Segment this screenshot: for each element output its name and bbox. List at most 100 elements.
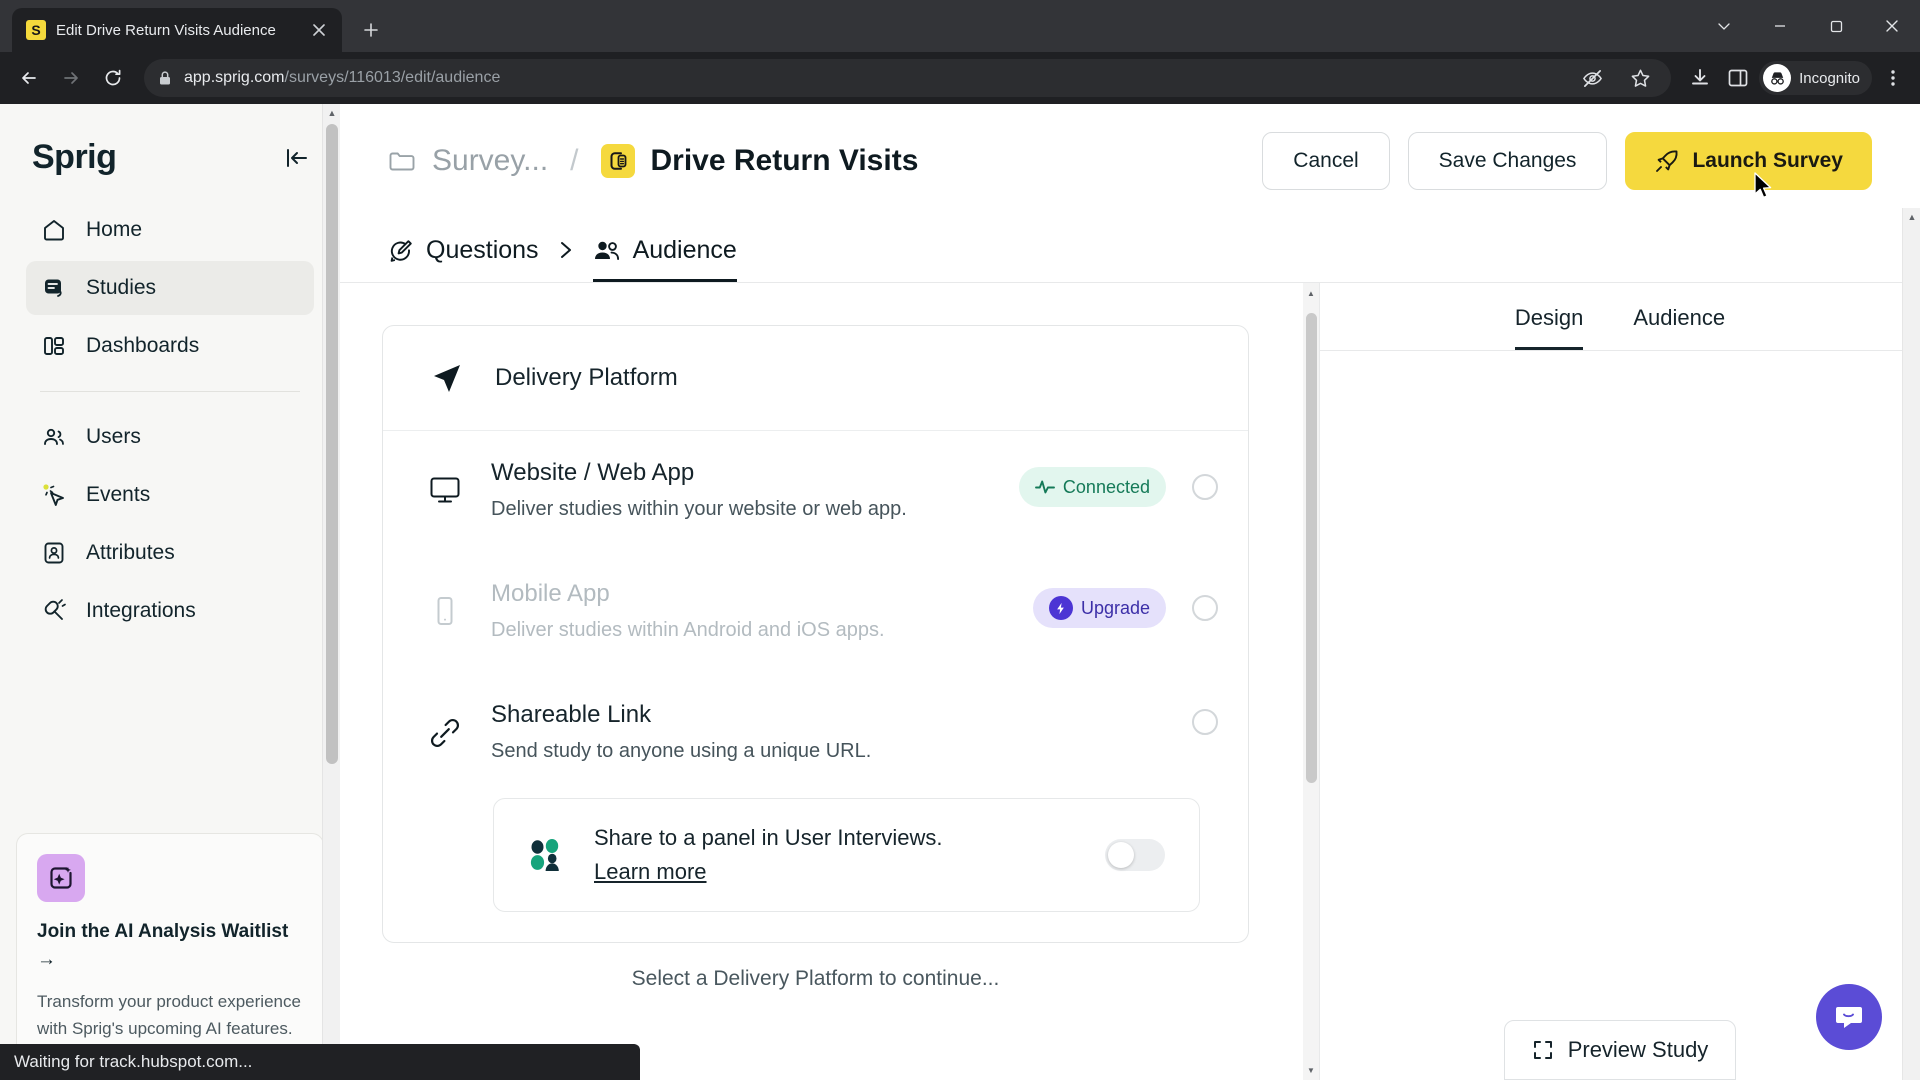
link-icon — [425, 701, 465, 751]
continue-note: Select a Delivery Platform to continue..… — [631, 967, 1000, 990]
status-badge-label: Upgrade — [1080, 597, 1150, 618]
preview-pane: Design Audience Preview Study — [1320, 283, 1920, 1080]
sidebar-item-attributes[interactable]: Attributes — [26, 526, 314, 580]
lock-icon — [158, 70, 172, 86]
pane-scroll-thumb[interactable] — [1306, 313, 1317, 783]
sidebar-item-studies[interactable]: Studies — [26, 261, 314, 315]
preview-canvas: Preview Study — [1320, 351, 1920, 1080]
sidebar-brand-row: Sprig — [26, 104, 314, 203]
sidebar-item-label: Events — [86, 483, 151, 506]
phone-icon — [425, 580, 465, 628]
back-button[interactable] — [10, 59, 48, 97]
platform-title: Mobile App — [491, 580, 610, 607]
sidebar-scroll-thumb[interactable] — [326, 124, 338, 764]
sidebar-item-integrations[interactable]: Integrations — [26, 584, 314, 638]
launch-survey-button[interactable]: Launch Survey — [1625, 132, 1872, 190]
sidebar-item-users[interactable]: Users — [26, 410, 314, 464]
sidebar-divider — [40, 391, 300, 392]
forward-button[interactable] — [52, 59, 90, 97]
app-sidebar: Sprig Home Studies Dashboards Users Even… — [0, 104, 340, 1080]
main-content: Survey... / Drive Return Visits Cancel S… — [340, 104, 1920, 1080]
window-close-icon[interactable] — [1864, 0, 1920, 52]
user-interviews-title: Share to a panel in User Interviews. — [594, 825, 943, 850]
mouse-cursor — [1753, 172, 1775, 207]
collapse-sidebar-icon[interactable] — [284, 145, 310, 171]
pane-scroll-down-icon[interactable]: ▼ — [1303, 1062, 1319, 1078]
study-header: Survey... / Drive Return Visits Cancel S… — [340, 104, 1920, 190]
status-badge-connected: Connected — [1018, 467, 1166, 507]
eye-off-icon[interactable] — [1575, 61, 1609, 95]
preview-study-button[interactable]: Preview Study — [1504, 1020, 1736, 1080]
users-icon — [40, 423, 68, 451]
toggle-knob — [1108, 842, 1134, 868]
tab-design[interactable]: Design — [1514, 305, 1584, 350]
platform-option-shareable-link[interactable]: Shareable Link Send study to anyone usin… — [383, 673, 1248, 794]
reload-button[interactable] — [94, 59, 132, 97]
window-minimize-icon[interactable] — [1752, 0, 1808, 52]
platform-option-mobile[interactable]: Mobile App Deliver studies within Androi… — [383, 552, 1248, 673]
user-interviews-toggle[interactable] — [1105, 839, 1165, 871]
sidebar-item-label: Home — [86, 218, 143, 241]
page-scroll-up-icon[interactable]: ▲ — [1903, 208, 1920, 226]
save-changes-button[interactable]: Save Changes — [1407, 132, 1608, 190]
learn-more-link[interactable]: Learn more — [594, 859, 707, 884]
bookmark-star-icon[interactable] — [1623, 61, 1657, 95]
window-maximize-icon[interactable] — [1808, 0, 1864, 52]
tab-close-icon[interactable] — [308, 19, 330, 41]
browser-window: S Edit Drive Return Visits Audience app.… — [0, 0, 1920, 1080]
pulse-icon — [1034, 478, 1055, 496]
sidebar-item-events[interactable]: Events — [26, 468, 314, 522]
audience-pane-scrollbar[interactable]: ▲ ▼ — [1303, 283, 1319, 1080]
platform-radio-website[interactable] — [1192, 474, 1218, 500]
page-scrollbar[interactable]: ▲ ▼ — [1902, 208, 1920, 1080]
new-tab-button[interactable] — [354, 13, 388, 47]
sidebar-item-home[interactable]: Home — [26, 203, 314, 257]
rocket-icon — [1654, 148, 1680, 174]
tab-preview-audience[interactable]: Audience — [1633, 305, 1725, 350]
platform-option-website[interactable]: Website / Web App Deliver studies within… — [383, 431, 1248, 552]
breadcrumb-separator: / — [570, 144, 579, 177]
attributes-icon — [40, 539, 68, 567]
cancel-button[interactable]: Cancel — [1262, 132, 1390, 190]
preview-study-label: Preview Study — [1567, 1037, 1709, 1062]
sprig-logo[interactable]: Sprig — [32, 138, 117, 177]
profile-incognito-button[interactable]: Incognito — [1759, 61, 1872, 95]
browser-tab[interactable]: S Edit Drive Return Visits Audience — [12, 8, 342, 52]
tab-favicon: S — [26, 20, 46, 40]
survey-badge-icon — [600, 144, 635, 178]
pane-scroll-up-icon[interactable]: ▲ — [1303, 285, 1319, 301]
sidebar-item-label: Attributes — [86, 541, 175, 564]
sidebar-scrollbar[interactable]: ▲ ▼ — [322, 104, 340, 1080]
window-controls — [1696, 0, 1920, 52]
home-icon — [40, 216, 68, 244]
delivery-platform-title: Delivery Platform — [495, 364, 678, 391]
editor-body: Delivery Platform Website / Web App Deli… — [340, 283, 1920, 1080]
tab-questions[interactable]: Questions — [388, 236, 539, 282]
address-bar[interactable]: app.sprig.com/surveys/116013/edit/audien… — [144, 59, 1672, 97]
ai-waitlist-title[interactable]: Join the AI Analysis Waitlist → — [37, 918, 303, 973]
sidebar-item-dashboards[interactable]: Dashboards — [26, 319, 314, 373]
status-badge-upgrade[interactable]: Upgrade — [1032, 588, 1166, 628]
window-more-icon[interactable] — [1696, 0, 1752, 52]
browser-toolbar: app.sprig.com/surveys/116013/edit/audien… — [0, 52, 1920, 104]
platform-description: Deliver studies within your website or w… — [491, 498, 907, 520]
downloads-icon[interactable] — [1683, 61, 1717, 95]
ai-waitlist-card: Join the AI Analysis Waitlist → Transfor… — [16, 833, 324, 1080]
breadcrumb-parent[interactable]: Survey... — [432, 144, 548, 178]
page-title: Drive Return Visits — [650, 144, 919, 177]
chrome-menu-icon[interactable] — [1876, 61, 1910, 95]
side-panel-icon[interactable] — [1721, 61, 1755, 95]
delivery-platform-header: Delivery Platform — [383, 326, 1248, 431]
platform-title: Shareable Link — [491, 701, 652, 728]
delivery-platform-card: Delivery Platform Website / Web App Deli… — [382, 325, 1249, 943]
platform-radio-mobile[interactable] — [1192, 595, 1218, 621]
tab-audience[interactable]: Audience — [592, 236, 737, 282]
incognito-avatar-icon — [1763, 64, 1792, 92]
chat-bubble-icon[interactable] — [1816, 984, 1882, 1050]
preview-tabs: Design Audience — [1320, 283, 1920, 351]
sidebar-scroll-up-icon[interactable]: ▲ — [323, 104, 341, 122]
paper-plane-icon — [425, 356, 469, 400]
tab-questions-label: Questions — [426, 236, 539, 264]
platform-radio-shareable-link[interactable] — [1192, 709, 1218, 735]
omnibox-actions — [1575, 61, 1657, 95]
